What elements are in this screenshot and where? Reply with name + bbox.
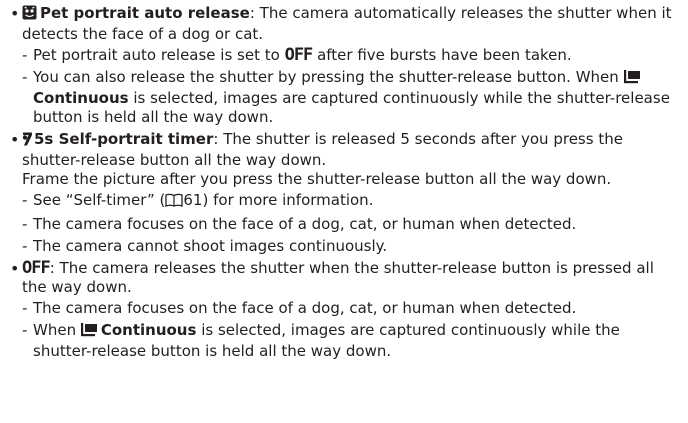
page-number: 61 [183,191,203,209]
item-paragraph-2: Frame the picture after you press the sh… [22,170,612,188]
note-list: - Pet portrait auto release is set to OFF… [22,46,682,127]
item-paragraph: 5s Self-portrait timer: The shutter is r… [22,130,682,170]
dash: - [22,68,28,86]
note-item: - Pet portrait auto release is set to OFF… [22,45,572,65]
list-item-off: • OFF: The camera releases the shutter w… [10,259,682,361]
list-item-self-portrait-timer: • 5s Self-portrait timer: The shutter is… [10,130,682,256]
off-label: OFF [284,45,314,65]
document-body: • Pet portrait auto release: The camera … [0,0,682,361]
off-label: OFF [22,258,51,278]
item-paragraph: Pet portrait auto release: The camera au… [22,4,682,44]
pet-portrait-icon [22,5,37,25]
note-item: - You can also release the shutter by pre… [22,68,670,126]
bullet: • [10,259,20,278]
continuous-shooting-icon [80,323,98,342]
note-item: - The camera cannot shoot images continuo… [22,237,388,255]
note-list: - See “Self-timer” ( 61) for more informa… [22,191,682,256]
continuous-label: Continuous [100,321,197,339]
note-item: - See “Self-timer” ( 61) for more informa… [22,191,682,212]
dash: - [22,237,28,255]
note-list: - The camera focuses on the face of a dog… [22,299,682,361]
note-item: - When Continuous is selected, images are… [22,321,620,360]
term-label: 5s Self-portrait timer [34,130,214,148]
list-item-pet-portrait: • Pet portrait auto release: The camera … [10,4,682,127]
item-paragraph: OFF: The camera releases the shutter whe… [22,259,682,297]
note-item: - The camera focuses on the face of a dog… [22,299,577,317]
self-portrait-timer-icon [22,132,33,151]
continuous-shooting-icon [623,70,641,89]
bullet: • [10,4,20,23]
dash: - [22,46,28,64]
note-item: - The camera focuses on the face of a dog… [22,215,577,233]
dash: - [22,299,28,317]
term-description: : The camera releases the shutter when t… [22,259,654,296]
term-label: Pet portrait auto release [40,4,250,22]
continuous-label: Continuous [33,89,129,107]
book-page-reference-icon [165,193,184,212]
bullet: • [10,130,20,149]
dash: - [22,191,28,209]
dash: - [22,321,28,339]
dash: - [22,215,28,233]
